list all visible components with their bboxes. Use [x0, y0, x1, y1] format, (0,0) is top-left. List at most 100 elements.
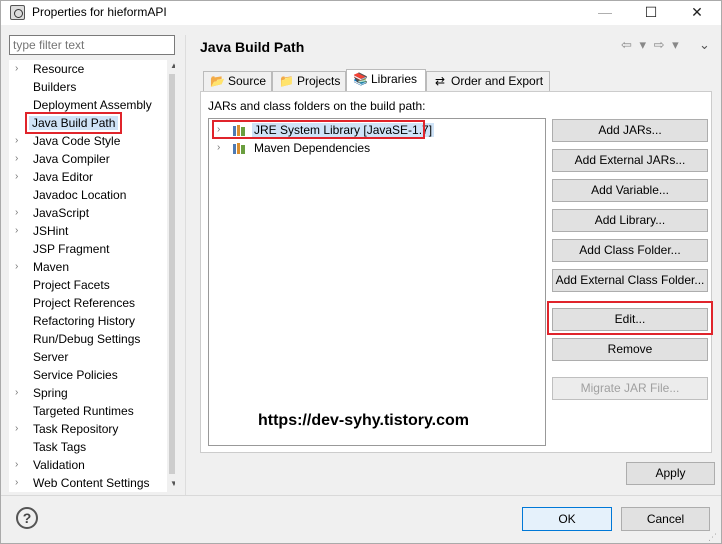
- help-icon[interactable]: ?: [16, 507, 38, 529]
- chevron-right-icon[interactable]: ›: [15, 477, 25, 488]
- projects-folder-icon: 📁: [279, 74, 294, 88]
- tab-label: Source: [228, 74, 267, 88]
- window-title: Properties for hieformAPI: [32, 5, 167, 19]
- tree-item-label: Targeted Runtimes: [33, 404, 134, 418]
- libraries-icon: 📚: [353, 72, 368, 86]
- tree-item-label: Javadoc Location: [33, 188, 127, 202]
- chevron-right-icon[interactable]: ›: [15, 171, 25, 182]
- tab-projects[interactable]: 📁 Projects: [272, 71, 346, 91]
- chevron-right-icon[interactable]: ›: [15, 459, 25, 470]
- tree-item-label: JSP Fragment: [33, 242, 110, 256]
- cancel-button[interactable]: Cancel: [621, 507, 710, 531]
- tree-item-label: Refactoring History: [33, 314, 136, 328]
- chevron-right-icon[interactable]: ›: [15, 207, 25, 218]
- tab-order-export[interactable]: ⇄ Order and Export: [426, 71, 550, 91]
- tree-item-label: Task Repository: [33, 422, 119, 436]
- tree-item[interactable]: Run/Debug Settings: [9, 331, 161, 349]
- close-icon[interactable]: ✕: [674, 1, 720, 25]
- add-variable-button[interactable]: Add Variable...: [552, 179, 708, 202]
- scroll-down-icon[interactable]: ▼: [169, 479, 175, 491]
- footer-separator: [1, 495, 721, 496]
- library-icon: [233, 143, 245, 154]
- history-nav-icon[interactable]: ⇦ ▾ ⇨ ▾: [621, 37, 681, 53]
- tree-item-label: Run/Debug Settings: [33, 332, 141, 346]
- tree-item-label: Java Compiler: [33, 152, 110, 166]
- maximize-icon[interactable]: ☐: [628, 1, 674, 25]
- title-bar: Properties for hieformAPI — ☐ ✕: [1, 1, 721, 25]
- chevron-right-icon[interactable]: ›: [15, 387, 25, 398]
- tree-item[interactable]: › Validation: [9, 457, 161, 475]
- tree-item[interactable]: › Task Repository: [9, 421, 161, 439]
- tree-item[interactable]: › JavaScript: [9, 205, 161, 223]
- tree-item[interactable]: Java Build Path: [9, 112, 161, 134]
- tree-item[interactable]: Builders: [9, 79, 161, 97]
- chevron-right-icon[interactable]: ›: [15, 423, 25, 434]
- migrate-jar-button[interactable]: Migrate JAR File...: [552, 377, 708, 400]
- tree-item[interactable]: Project References: [9, 295, 161, 313]
- view-menu-icon[interactable]: ⌄: [699, 37, 710, 53]
- chevron-right-icon[interactable]: ›: [15, 135, 25, 146]
- tree-item[interactable]: › Java Code Style: [9, 133, 161, 151]
- remove-button[interactable]: Remove: [552, 338, 708, 361]
- property-pages-tree: › Web Content Settings › Validation Task Tag…: [9, 60, 175, 492]
- tree-item[interactable]: › Java Editor: [9, 169, 161, 187]
- tree-item[interactable]: Service Policies: [9, 367, 161, 385]
- tree-item[interactable]: Server: [9, 349, 161, 367]
- add-jars-button[interactable]: Add JARs...: [552, 119, 708, 142]
- chevron-right-icon[interactable]: ›: [217, 142, 220, 153]
- tree-item[interactable]: › Spring: [9, 385, 161, 403]
- tree-item[interactable]: › Web Content Settings: [9, 475, 161, 492]
- tree-item[interactable]: › Java Compiler: [9, 151, 161, 169]
- tree-item-label: Web Content Settings: [33, 476, 150, 490]
- tab-label: Order and Export: [451, 74, 544, 88]
- tree-item-label: Java Build Path: [24, 112, 123, 134]
- chevron-right-icon[interactable]: ›: [15, 153, 25, 164]
- panel-divider[interactable]: [185, 35, 186, 495]
- page-title: Java Build Path: [200, 39, 305, 55]
- tree-item[interactable]: Refactoring History: [9, 313, 161, 331]
- tree-item-label: Builders: [33, 80, 77, 94]
- add-external-class-folder-button[interactable]: Add External Class Folder...: [552, 269, 708, 292]
- tree-item-label: Project Facets: [33, 278, 110, 292]
- chevron-right-icon[interactable]: ›: [15, 225, 25, 236]
- chevron-right-icon[interactable]: ›: [15, 261, 25, 272]
- tree-item[interactable]: JSP Fragment: [9, 241, 161, 259]
- tree-item[interactable]: › Resource: [9, 61, 161, 79]
- tree-item-label: Resource: [33, 62, 85, 76]
- add-external-jars-button[interactable]: Add External JARs...: [552, 149, 708, 172]
- jar-label: Maven Dependencies: [254, 141, 371, 155]
- tree-item[interactable]: Javadoc Location: [9, 187, 161, 205]
- tab-source[interactable]: 📂 Source: [203, 71, 272, 91]
- tree-item[interactable]: Project Facets: [9, 277, 161, 295]
- tree-item-label: Validation: [33, 458, 85, 472]
- watermark-text: https://dev-syhy.tistory.com: [258, 412, 469, 429]
- resize-grip-icon[interactable]: ⋰: [708, 532, 718, 542]
- tree-item-label: Project References: [33, 296, 136, 310]
- tree-item[interactable]: › JSHint: [9, 223, 161, 241]
- tree-item[interactable]: Deployment Assembly: [9, 97, 161, 115]
- edit-button[interactable]: Edit...: [552, 308, 708, 331]
- tree-scrollbar[interactable]: ▲ ▼: [167, 60, 175, 492]
- filter-input[interactable]: [9, 35, 175, 55]
- jars-label: JARs and class folders on the build path…: [208, 99, 426, 113]
- add-class-folder-button[interactable]: Add Class Folder...: [552, 239, 708, 262]
- build-path-list: › JRE System Library [JavaSE-1.7] › Mave…: [208, 118, 546, 446]
- tree-item[interactable]: › Maven: [9, 259, 161, 277]
- add-library-button[interactable]: Add Library...: [552, 209, 708, 232]
- source-folder-icon: 📂: [210, 74, 225, 88]
- apply-button[interactable]: Apply: [626, 462, 715, 485]
- ok-button[interactable]: OK: [522, 507, 612, 531]
- tree-item-label: Service Policies: [33, 368, 118, 382]
- tree-item-label: Java Code Style: [33, 134, 121, 148]
- eclipse-app-icon: [10, 5, 25, 20]
- jre-highlight-box: [212, 120, 425, 139]
- minimize-icon[interactable]: —: [582, 1, 628, 25]
- tree-item[interactable]: Targeted Runtimes: [9, 403, 161, 421]
- scroll-up-icon[interactable]: ▲: [169, 61, 175, 73]
- scroll-thumb[interactable]: [169, 74, 175, 474]
- build-path-tabs: 📂 Source 📁 Projects 📚 Libraries ⇄ Order and …: [200, 69, 712, 91]
- tab-libraries[interactable]: 📚 Libraries: [346, 69, 426, 91]
- chevron-right-icon[interactable]: ›: [15, 63, 25, 74]
- tree-item[interactable]: Task Tags: [9, 439, 161, 457]
- tab-label: Projects: [297, 74, 341, 88]
